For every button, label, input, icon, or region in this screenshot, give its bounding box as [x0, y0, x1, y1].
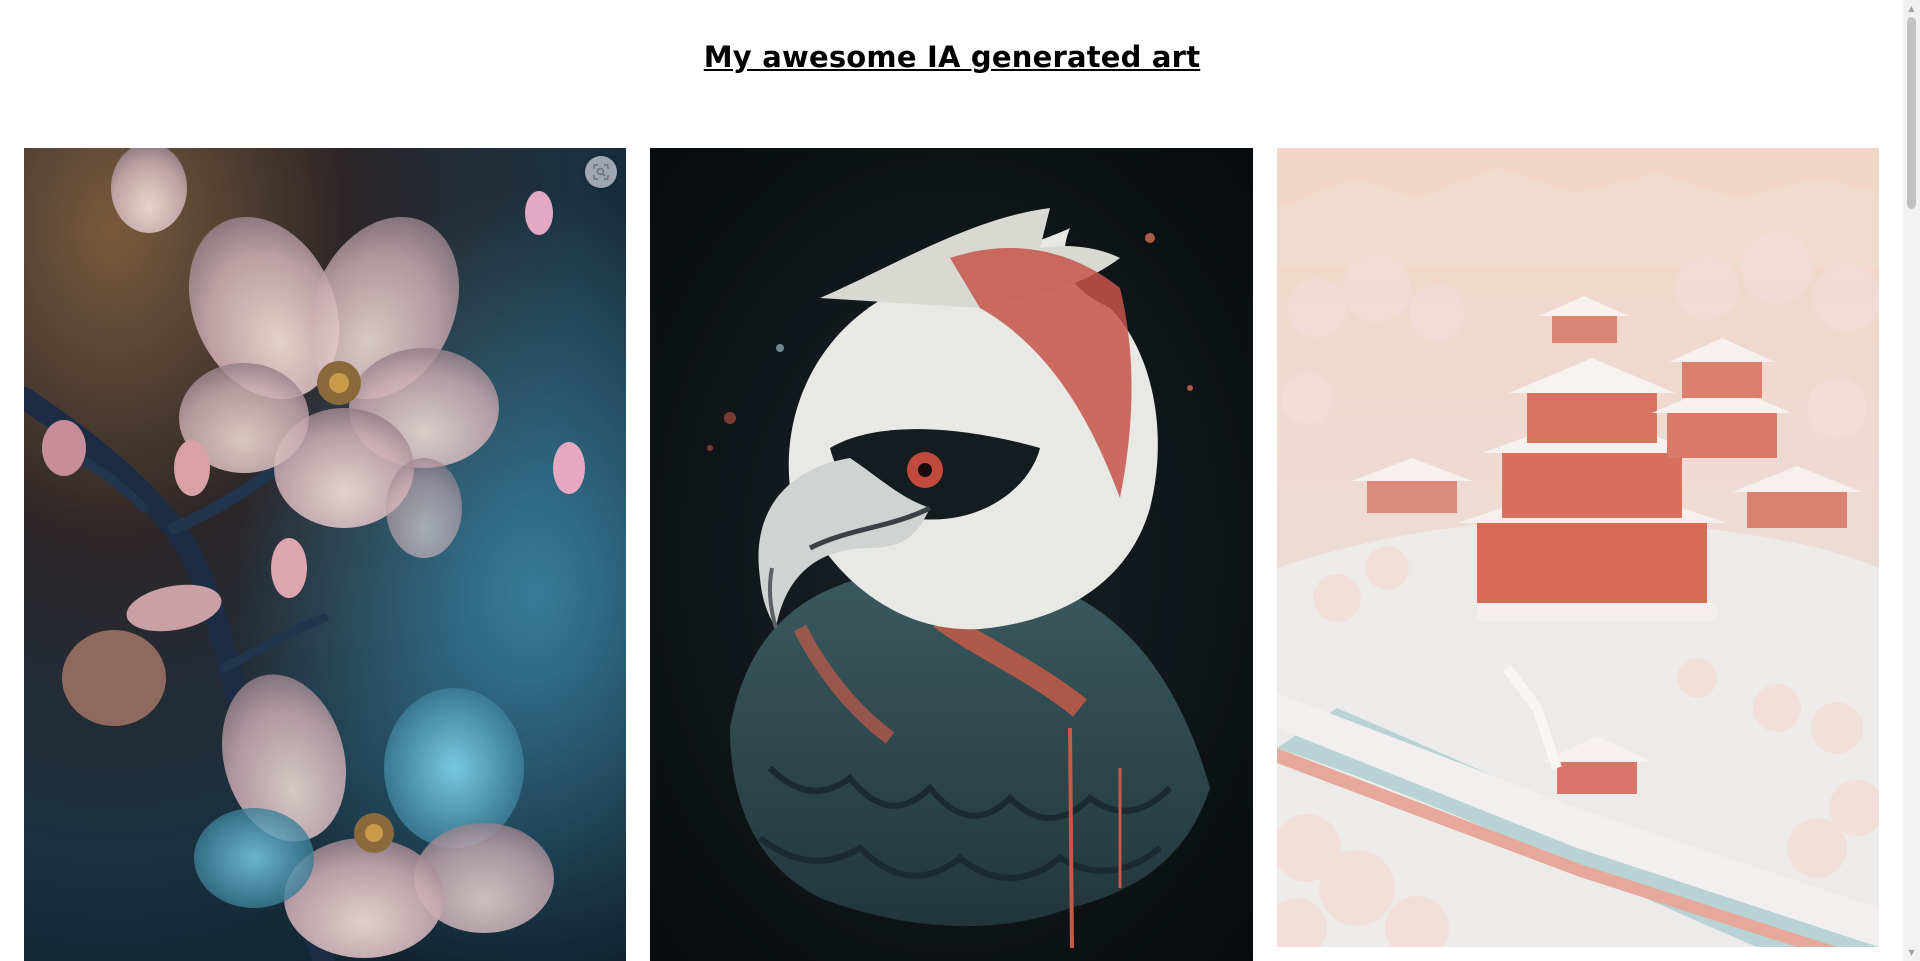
visual-search-icon: [593, 164, 609, 180]
page-scrollbar[interactable]: ▲ ▼: [1903, 0, 1920, 961]
snowy-palace-picture: [1277, 148, 1879, 947]
cherry-blossom-picture: [24, 148, 626, 961]
scrollbar-thumb[interactable]: [1907, 17, 1916, 209]
scroll-up-arrow-icon[interactable]: ▲: [1903, 0, 1920, 17]
visual-search-button[interactable]: [585, 156, 617, 188]
eagle-portrait-image[interactable]: [650, 148, 1253, 961]
snowy-palace-image[interactable]: [1277, 148, 1879, 947]
eagle-portrait-picture: [650, 148, 1253, 961]
cherry-blossom-image[interactable]: [24, 148, 626, 961]
page-title: My awesome IA generated art: [703, 40, 1201, 74]
page: My awesome IA generated art ▲ ▼: [0, 0, 1920, 961]
scroll-down-arrow-icon[interactable]: ▼: [1903, 944, 1920, 961]
